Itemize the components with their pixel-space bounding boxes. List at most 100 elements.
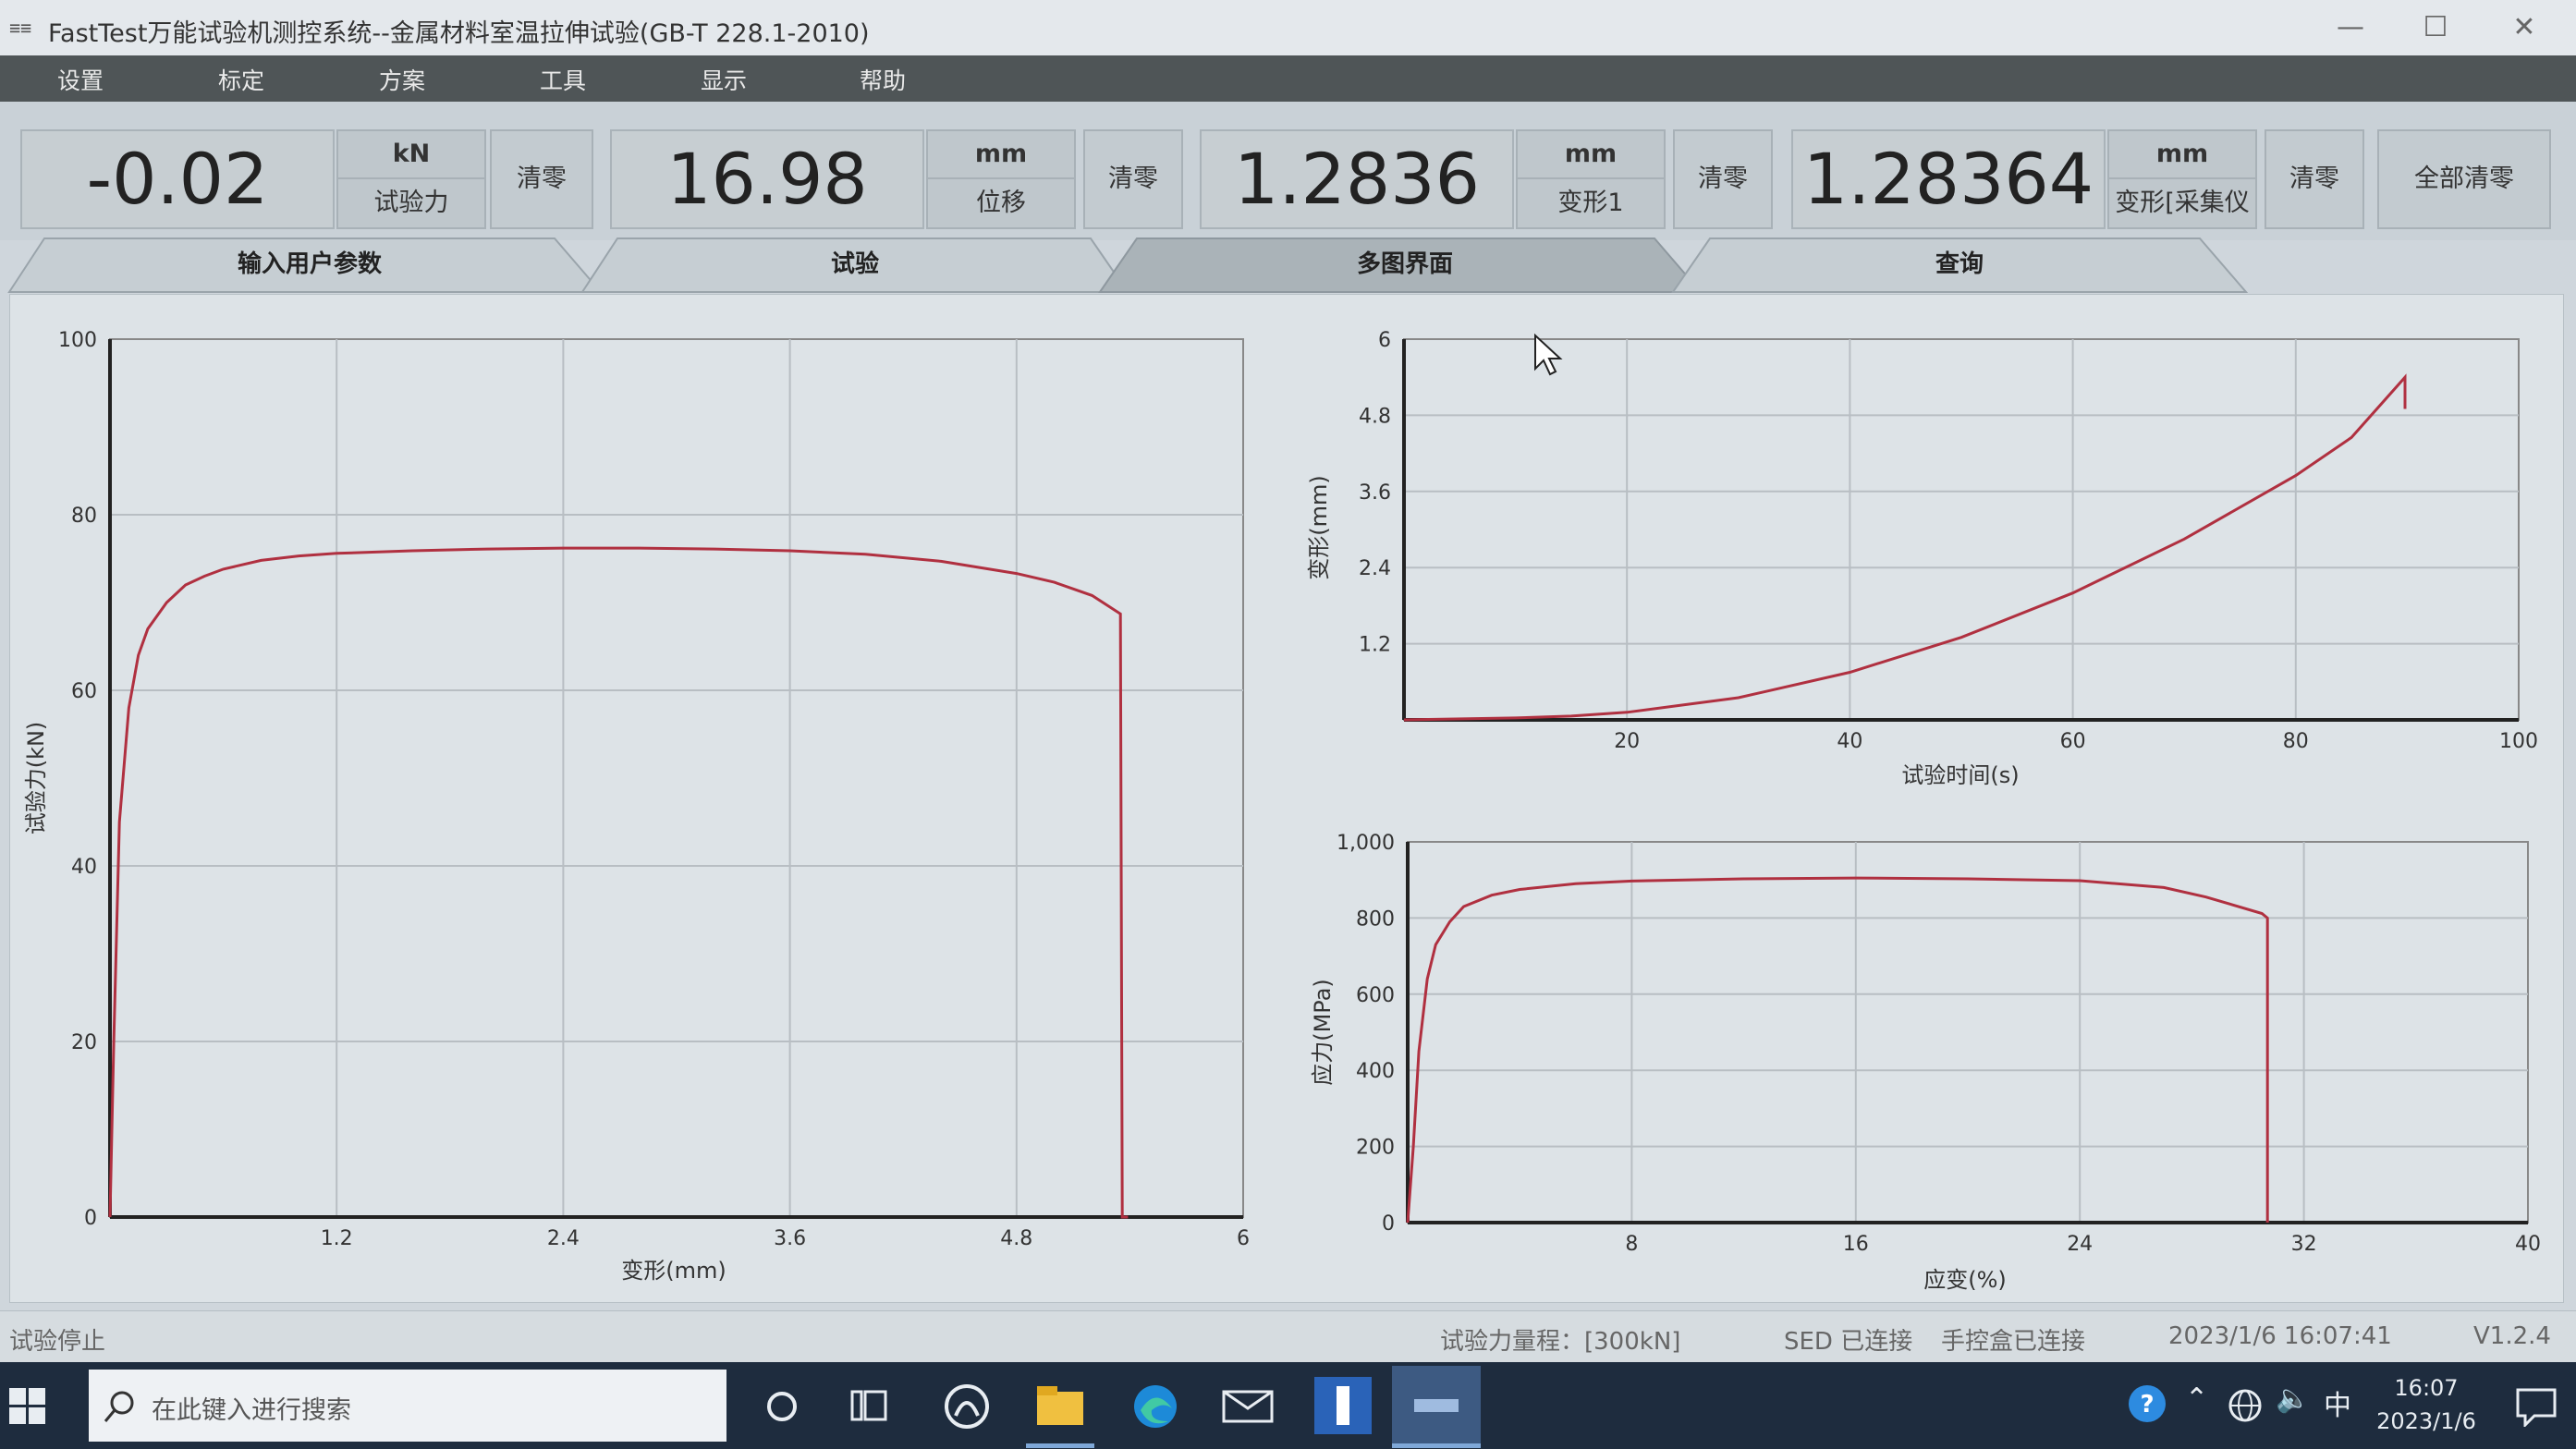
menu-tools[interactable]: 工具 bbox=[540, 63, 586, 96]
charts-svg: 1.2 2.4 3.6 4.8 6020406080100 变形(mm) 试验力(kN)… bbox=[23, 329, 2541, 1293]
force-value: -0.02 bbox=[20, 129, 335, 229]
app-circle-icon[interactable] bbox=[943, 1382, 991, 1431]
deformation-daq-label: 变形[采集仪 bbox=[2107, 177, 2257, 229]
zero-all-button[interactable]: 全部清零 bbox=[2377, 129, 2551, 229]
deformation-daq-unit: mm bbox=[2107, 129, 2257, 179]
chart3-xtick: 40 bbox=[2515, 1233, 2541, 1256]
taskbar-search-box[interactable]: 在此键入进行搜索 bbox=[89, 1370, 726, 1442]
chart2-xtick: 60 bbox=[2060, 730, 2086, 753]
menu-settings[interactable]: 设置 bbox=[57, 63, 104, 96]
chart2-xtick: 80 bbox=[2283, 730, 2309, 753]
volume-icon[interactable]: 🔈 bbox=[2276, 1382, 2310, 1415]
chart3-ytick: 600 bbox=[1356, 984, 1395, 1007]
chart1-xtick: 1.2 bbox=[321, 1227, 353, 1250]
chart1-xtick: 3.6 bbox=[774, 1227, 806, 1250]
chart3-xlabel: 应变(%) bbox=[1923, 1267, 2007, 1293]
active-window-button[interactable] bbox=[1392, 1366, 1481, 1445]
chart1-xtick: 6 bbox=[1237, 1227, 1250, 1250]
deformation-daq-value: 1.28364 bbox=[1791, 129, 2106, 229]
chart1-ytick: 80 bbox=[71, 505, 97, 528]
windows-start-icon[interactable] bbox=[9, 1388, 46, 1425]
active-window-icon bbox=[1414, 1399, 1459, 1412]
chart2-ytick: 6 bbox=[1378, 329, 1391, 352]
chart2-plot-area bbox=[1403, 338, 2520, 721]
svg-text:?: ? bbox=[2140, 1391, 2154, 1419]
taskbar-date: 2023/1/6 bbox=[2376, 1408, 2476, 1434]
chart1-plot-area bbox=[109, 338, 1244, 1218]
chart2-xtick: 40 bbox=[1837, 730, 1862, 753]
explorer-active-indicator bbox=[1026, 1443, 1094, 1448]
network-icon[interactable] bbox=[2228, 1388, 2263, 1423]
deformation-daq-zero-button[interactable]: 清零 bbox=[2265, 129, 2364, 229]
deformation1-unit: mm bbox=[1516, 129, 1666, 179]
force-zero-button[interactable]: 清零 bbox=[490, 129, 593, 229]
taskbar: 在此键入进行搜索 ? ⌃ 🔈 中 16:07 2023/1/6 bbox=[0, 1362, 2576, 1449]
ime-indicator[interactable]: 中 bbox=[2324, 1382, 2351, 1423]
status-datetime: 2023/1/6 16:07:41 bbox=[2168, 1322, 2392, 1350]
close-button[interactable]: ✕ bbox=[2492, 7, 2557, 48]
menu-help[interactable]: 帮助 bbox=[860, 63, 906, 96]
sed-status: SED 已连接 bbox=[1784, 1328, 1913, 1356]
minimize-button[interactable]: — bbox=[2318, 7, 2383, 48]
window-title: FastTest万能试验机测控系统--金属材料室温拉伸试验(GB-T 228.1… bbox=[48, 19, 870, 48]
chart3-ytick: 0 bbox=[1382, 1212, 1395, 1236]
title-bar: ≡≡ FastTest万能试验机测控系统--金属材料室温拉伸试验(GB-T 22… bbox=[0, 0, 2576, 55]
status-bar: 试验停止 试验力量程：[300kN] SED 已连接 手控盒已连接 2023/1… bbox=[0, 1310, 2576, 1363]
displacement-value: 16.98 bbox=[610, 129, 924, 229]
taskbar-clock[interactable]: 16:07 2023/1/6 bbox=[2366, 1371, 2486, 1438]
chart2-ytick: 1.2 bbox=[1359, 634, 1391, 657]
menu-display[interactable]: 显示 bbox=[701, 63, 747, 96]
deformation1-zero-button[interactable]: 清零 bbox=[1673, 129, 1773, 229]
maximize-button[interactable]: ☐ bbox=[2403, 7, 2468, 48]
active-window-indicator bbox=[1392, 1443, 1481, 1448]
cortana-icon[interactable] bbox=[763, 1388, 800, 1425]
chart1-xlabel: 变形(mm) bbox=[621, 1258, 726, 1284]
chart3-xtick: 16 bbox=[1843, 1233, 1869, 1256]
chart3-ytick: 800 bbox=[1356, 907, 1395, 931]
app-icon: ≡≡ bbox=[9, 17, 32, 39]
testing-app-icon[interactable] bbox=[1314, 1377, 1372, 1434]
testing-app-glyph bbox=[1337, 1386, 1349, 1425]
displacement-unit: mm bbox=[926, 129, 1076, 179]
menu-scheme[interactable]: 方案 bbox=[379, 63, 425, 96]
help-tray-icon[interactable]: ? bbox=[2126, 1382, 2168, 1425]
tab-user-params[interactable]: 输入用户参数 bbox=[37, 237, 582, 292]
menu-bar: 设置 标定 方案 工具 显示 帮助 bbox=[0, 55, 2576, 102]
chart1-xtick: 2.4 bbox=[547, 1227, 580, 1250]
displacement-zero-button[interactable]: 清零 bbox=[1083, 129, 1183, 229]
version-label: V1.2.4 bbox=[2473, 1322, 2551, 1350]
chart1-ylabel: 试验力(kN) bbox=[23, 722, 49, 835]
taskbar-time: 16:07 bbox=[2394, 1375, 2459, 1401]
test-status: 试验停止 bbox=[9, 1328, 106, 1356]
chart2-xtick: 100 bbox=[2499, 730, 2538, 753]
search-icon bbox=[104, 1391, 134, 1422]
chart2-xlabel: 试验时间(s) bbox=[1901, 762, 2019, 788]
chart1-ytick: 20 bbox=[71, 1031, 97, 1054]
chart2-ylabel: 变形(mm) bbox=[1306, 475, 1332, 579]
search-placeholder: 在此键入进行搜索 bbox=[152, 1396, 351, 1425]
tab-multi-chart[interactable]: 多图界面 bbox=[1146, 237, 1664, 292]
notification-icon[interactable] bbox=[2514, 1386, 2558, 1427]
mail-icon[interactable] bbox=[1222, 1388, 1274, 1425]
force-label: 试验力 bbox=[336, 177, 486, 229]
chart-deformation-time: 20 40 60 80 100 1.2 2.4 3.6 4.8 6 试验时间(s) 变形(mm) bbox=[1306, 329, 2538, 788]
chart2-ytick: 4.8 bbox=[1359, 405, 1391, 428]
tab-query[interactable]: 查询 bbox=[1710, 237, 2209, 292]
chart1-ytick: 0 bbox=[84, 1207, 97, 1230]
edge-icon[interactable] bbox=[1131, 1382, 1179, 1431]
chart3-ytick: 400 bbox=[1356, 1060, 1395, 1083]
chevron-up-icon[interactable]: ⌃ bbox=[2185, 1382, 2208, 1415]
file-explorer-icon[interactable] bbox=[1035, 1384, 1085, 1427]
readout-bar: -0.02 kN 试验力 清零 16.98 mm 位移 清零 1.2836 mm… bbox=[0, 102, 2576, 240]
chart3-ytick: 1,000 bbox=[1337, 832, 1395, 855]
force-unit: kN bbox=[336, 129, 486, 179]
chart2-ytick: 2.4 bbox=[1359, 557, 1391, 580]
chart-panel: 1.2 2.4 3.6 4.8 6 0 20 40 60 80 100 变形(mm) 试验力(kN)… bbox=[9, 294, 2564, 1303]
displacement-label: 位移 bbox=[926, 177, 1076, 229]
chart-stress-strain: 8 16 24 32 4002004006008001,000 应变(%) 应力(MPa… bbox=[1310, 832, 2541, 1293]
deformation1-value: 1.2836 bbox=[1200, 129, 1514, 229]
tab-test[interactable]: 试验 bbox=[610, 237, 1100, 292]
force-range: 试验力量程：[300kN] bbox=[1440, 1328, 1681, 1356]
task-view-icon[interactable] bbox=[848, 1386, 889, 1427]
menu-calibration[interactable]: 标定 bbox=[218, 63, 264, 96]
